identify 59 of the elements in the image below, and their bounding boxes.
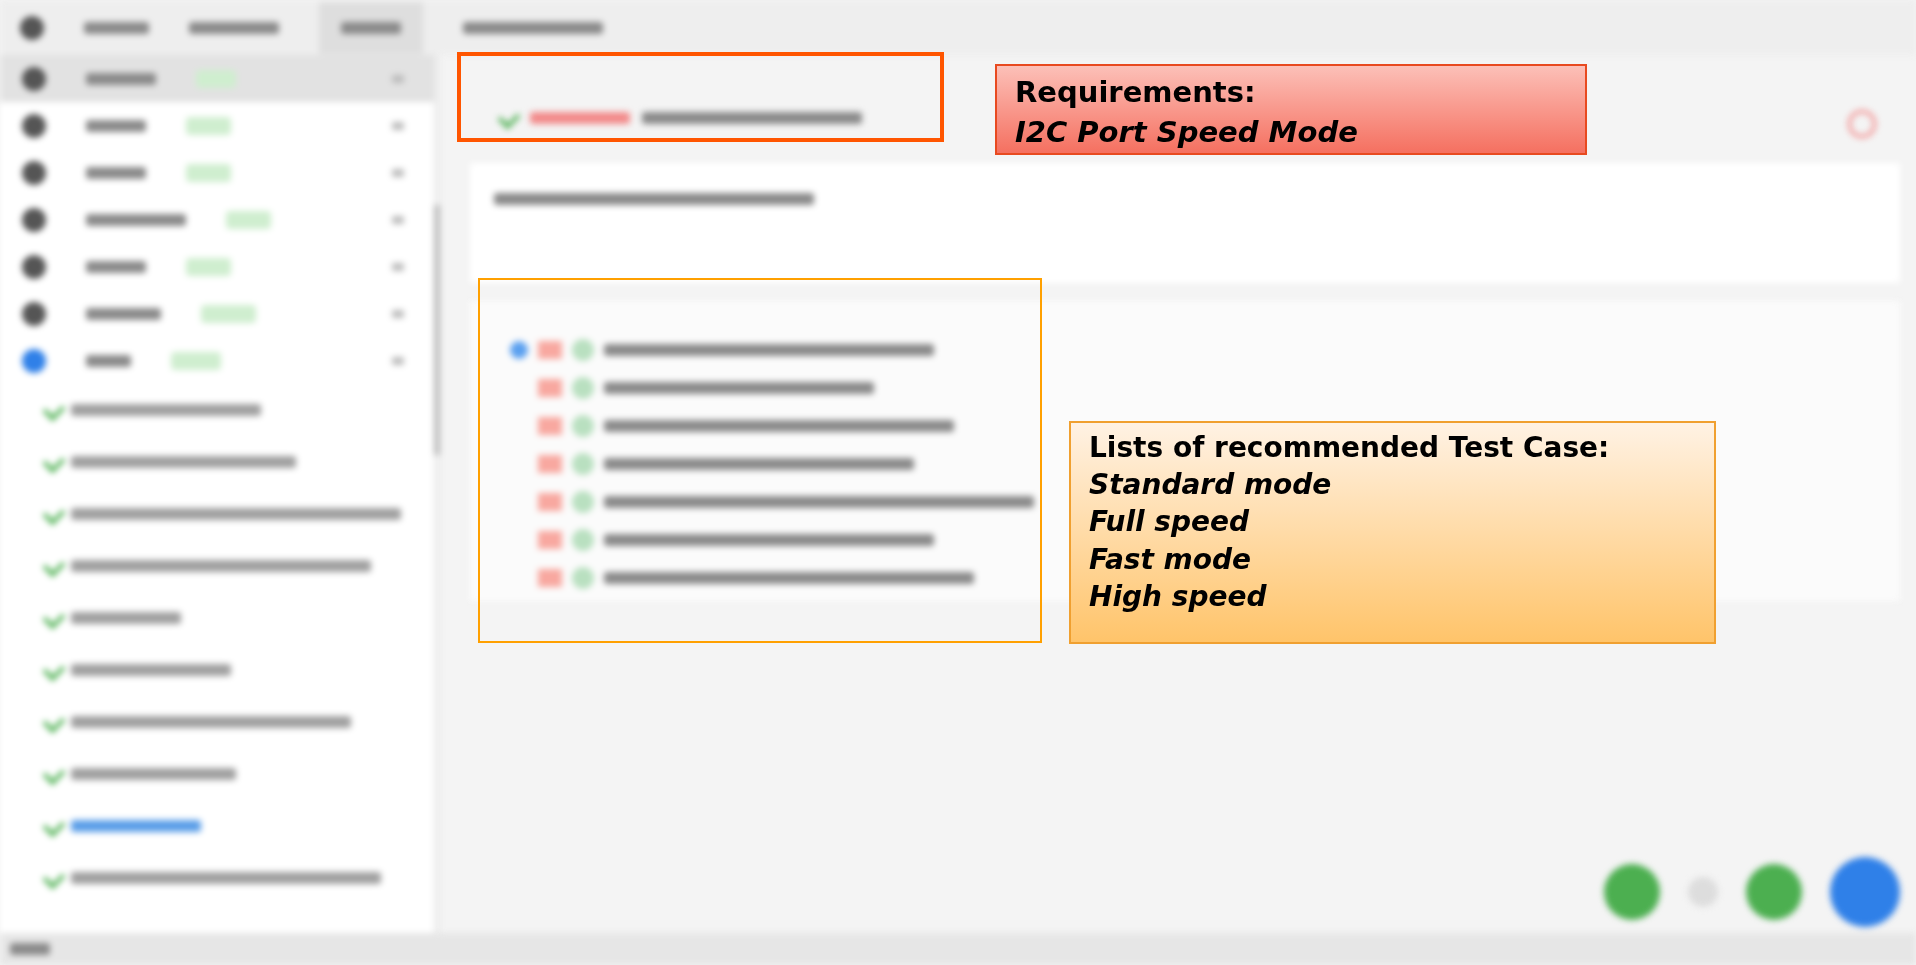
radio-dot[interactable] (510, 341, 528, 359)
blurred-badge (201, 304, 256, 323)
blurred-badge (186, 163, 231, 182)
blurred-text[interactable] (71, 716, 351, 728)
folder-icon (22, 160, 46, 185)
status-icon (538, 531, 562, 549)
blurred-badge (226, 210, 271, 229)
blurred-text[interactable] (71, 508, 401, 520)
blurred-badge (171, 351, 221, 370)
callout-text: High speed (1089, 578, 1268, 615)
status-icon (538, 569, 562, 587)
status-icon (572, 529, 594, 551)
tab[interactable] (319, 1, 423, 54)
folder-icon (22, 348, 46, 373)
blurred-text[interactable] (71, 872, 381, 884)
blurred-badge (186, 257, 231, 276)
status-icon (572, 415, 594, 437)
folder-icon (22, 207, 46, 232)
folder-icon (22, 301, 46, 326)
folder-icon (22, 113, 46, 138)
callout-text: Full speed (1089, 504, 1251, 541)
home-icon[interactable] (20, 15, 44, 40)
callout-text: Lists of recommended Test Case: (1089, 430, 1611, 466)
callout-text: Requirements: (1015, 74, 1257, 111)
folder-icon (22, 254, 46, 279)
blurred-text[interactable] (71, 612, 181, 624)
round-button[interactable] (1830, 857, 1900, 927)
status-icon (572, 491, 594, 513)
blurred-text[interactable] (71, 404, 261, 416)
blurred-text (86, 354, 131, 367)
blurred-text[interactable] (71, 664, 231, 676)
status-icon (572, 453, 594, 475)
status-icon (538, 379, 562, 397)
alert-icon[interactable] (1848, 110, 1876, 138)
status-icon (538, 493, 562, 511)
scrollbar[interactable] (434, 205, 440, 455)
blurred-text (10, 943, 50, 955)
blurred-text (86, 72, 156, 85)
status-icon (538, 455, 562, 473)
status-icon (572, 339, 594, 361)
callout-text: Fast mode (1089, 541, 1253, 578)
blurred-text[interactable] (71, 560, 371, 572)
status-icon (538, 341, 562, 359)
round-button[interactable] (1604, 864, 1660, 920)
callout-text: Standard mode (1089, 467, 1333, 504)
status-icon (572, 567, 594, 589)
status-icon (538, 417, 562, 435)
blurred-text[interactable] (71, 820, 201, 832)
status-icon (572, 377, 594, 399)
blurred-text[interactable] (71, 456, 296, 468)
callout-text: I2C Port Speed Mode (1015, 114, 1359, 151)
blurred-text[interactable] (71, 768, 236, 780)
blurred-text (84, 21, 149, 34)
folder-icon (22, 66, 46, 91)
blurred-text (86, 260, 146, 273)
blurred-text (86, 166, 146, 179)
blurred-text (86, 119, 146, 132)
round-button[interactable] (1746, 864, 1802, 920)
blurred-badge (186, 116, 231, 135)
